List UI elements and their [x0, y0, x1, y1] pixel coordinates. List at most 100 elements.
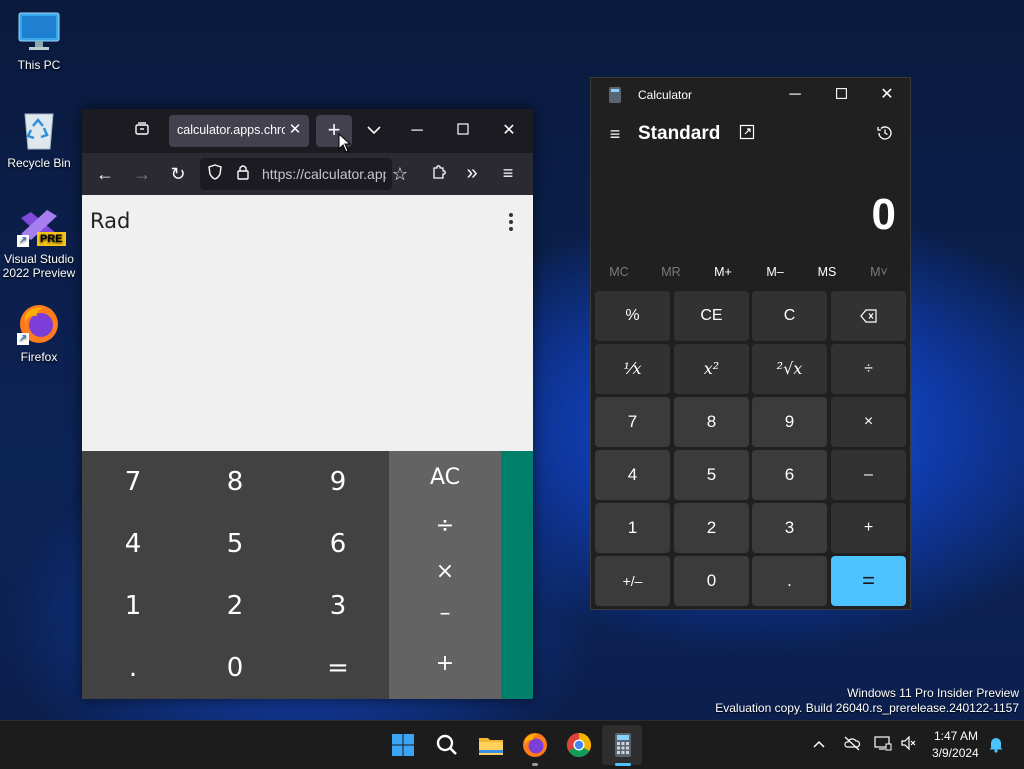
desktop-icon-this-pc[interactable]: This PC [1, 10, 77, 72]
square-root-button[interactable]: ²√x [752, 344, 827, 394]
web-calc-key[interactable]: = [287, 637, 389, 699]
list-all-tabs-icon[interactable] [364, 121, 384, 141]
memory-subtract-button[interactable]: M– [751, 265, 799, 279]
keep-on-top-icon[interactable] [737, 124, 757, 146]
web-calc-key[interactable]: 9 [287, 451, 389, 513]
web-calc-op-key[interactable]: – [389, 601, 501, 626]
hamburger-menu-icon[interactable]: ≡ [605, 124, 625, 144]
digit-3-button[interactable]: 3 [752, 503, 827, 553]
web-calc-key[interactable]: 1 [82, 575, 184, 637]
close-window-icon[interactable]: ✕ [499, 121, 519, 141]
divide-button[interactable]: ÷ [831, 344, 906, 394]
digit-7-button[interactable]: 7 [595, 397, 670, 447]
volume-muted-icon[interactable] [900, 735, 918, 754]
search-icon[interactable] [431, 729, 463, 761]
digit-5-button[interactable]: 5 [674, 450, 749, 500]
url-bar[interactable]: https://calculator.apps.chrome [200, 158, 392, 190]
digit-8-button[interactable]: 8 [674, 397, 749, 447]
subtract-button[interactable]: – [831, 450, 906, 500]
bookmark-star-icon[interactable]: ☆ [390, 164, 410, 184]
add-button[interactable]: + [831, 503, 906, 553]
window-title: Calculator [638, 88, 693, 102]
network-icon[interactable] [874, 735, 892, 754]
angle-mode-label[interactable]: Rad [90, 209, 130, 233]
recycle-bin-icon [17, 108, 61, 152]
visual-studio-icon: PRE ↗ [17, 204, 66, 248]
browser-tab-active[interactable]: calculator.apps.chrome ✕ [169, 115, 309, 147]
digit-1-button[interactable]: 1 [595, 503, 670, 553]
advanced-panel-tab[interactable] [501, 451, 533, 699]
firefox-taskbar-icon[interactable] [519, 729, 551, 766]
memory-recall-button[interactable]: MR [647, 265, 695, 279]
multiply-button[interactable]: × [831, 397, 906, 447]
web-calc-key[interactable]: . [82, 637, 184, 699]
minimize-icon[interactable]: ─ [407, 121, 427, 141]
desktop-icon-firefox[interactable]: ↗ Firefox [1, 302, 77, 364]
clock-time[interactable]: 1:47 AM [934, 729, 978, 743]
clear-entry-button[interactable]: CE [674, 291, 749, 341]
calculator-app-icon [609, 87, 621, 103]
web-calc-key[interactable]: 3 [287, 575, 389, 637]
notification-bell-icon[interactable] [988, 735, 1004, 756]
desktop-icon-visual-studio[interactable]: PRE ↗ Visual Studio 2022 Preview [1, 204, 77, 280]
percent-button[interactable]: % [595, 291, 670, 341]
negate-button[interactable]: +/– [595, 556, 670, 606]
equals-button[interactable]: = [831, 556, 906, 606]
close-window-icon[interactable]: ✕ [879, 85, 895, 105]
more-options-icon[interactable] [509, 213, 515, 234]
monitor-icon [17, 10, 61, 54]
digit-9-button[interactable]: 9 [752, 397, 827, 447]
memory-list-button[interactable]: M˅ [855, 265, 903, 279]
square-button[interactable]: x² [674, 344, 749, 394]
tab-bar: calculator.apps.chrome ✕ + ─ ✕ [82, 109, 533, 153]
maximize-icon[interactable] [833, 85, 849, 105]
lock-icon[interactable] [234, 164, 252, 186]
firefox-window: calculator.apps.chrome ✕ + ─ ✕ ← → ↻ htt… [82, 109, 533, 699]
hamburger-menu-icon[interactable]: ≡ [498, 163, 518, 183]
web-calc-display: Rad [82, 195, 533, 451]
close-tab-icon[interactable]: ✕ [287, 120, 303, 140]
start-windows-icon[interactable] [387, 729, 419, 761]
file-explorer-icon[interactable] [475, 729, 507, 761]
tab-overview-icon[interactable] [132, 121, 152, 143]
chrome-taskbar-icon[interactable] [563, 729, 595, 761]
digit-2-button[interactable]: 2 [674, 503, 749, 553]
web-calc-key[interactable]: 4 [82, 513, 184, 575]
backspace-button[interactable] [831, 291, 906, 341]
memory-add-button[interactable]: M+ [699, 265, 747, 279]
reciprocal-button[interactable]: ⅟x [595, 344, 670, 394]
mouse-cursor-icon [338, 133, 352, 153]
web-calc-key[interactable]: 6 [287, 513, 389, 575]
clear-button[interactable]: C [752, 291, 827, 341]
memory-clear-button[interactable]: MC [595, 265, 643, 279]
web-calc-key[interactable]: 2 [184, 575, 286, 637]
decimal-button[interactable]: . [752, 556, 827, 606]
web-calc-key[interactable]: 7 [82, 451, 184, 513]
forward-arrow-icon[interactable]: → [132, 164, 152, 184]
calculator-taskbar-icon[interactable] [607, 729, 639, 766]
minimize-icon[interactable]: ─ [787, 85, 803, 105]
desktop-icon-recycle-bin[interactable]: Recycle Bin [1, 108, 77, 170]
back-arrow-icon[interactable]: ← [95, 164, 115, 184]
maximize-icon[interactable] [453, 121, 473, 141]
reload-icon[interactable]: ↻ [168, 164, 188, 184]
onedrive-offline-icon[interactable] [843, 735, 861, 754]
web-calc-op-key[interactable]: ÷ [389, 513, 501, 538]
history-icon[interactable] [875, 124, 895, 148]
running-indicator [615, 763, 631, 766]
web-calc-op-key[interactable]: + [389, 651, 501, 676]
clock-date[interactable]: 3/9/2024 [932, 746, 979, 760]
extensions-icon[interactable] [429, 164, 449, 186]
overflow-chevrons-icon[interactable]: » [462, 163, 482, 183]
digit-0-button[interactable]: 0 [674, 556, 749, 606]
digit-6-button[interactable]: 6 [752, 450, 827, 500]
web-calc-key[interactable]: 5 [184, 513, 286, 575]
chevron-up-icon[interactable] [813, 736, 825, 752]
tracking-shield-icon[interactable] [206, 164, 224, 186]
digit-4-button[interactable]: 4 [595, 450, 670, 500]
web-calc-key[interactable]: 8 [184, 451, 286, 513]
web-calc-op-key[interactable]: AC [389, 465, 501, 490]
web-calc-op-key[interactable]: × [389, 559, 501, 584]
memory-store-button[interactable]: MS [803, 265, 851, 279]
web-calc-key[interactable]: 0 [184, 637, 286, 699]
